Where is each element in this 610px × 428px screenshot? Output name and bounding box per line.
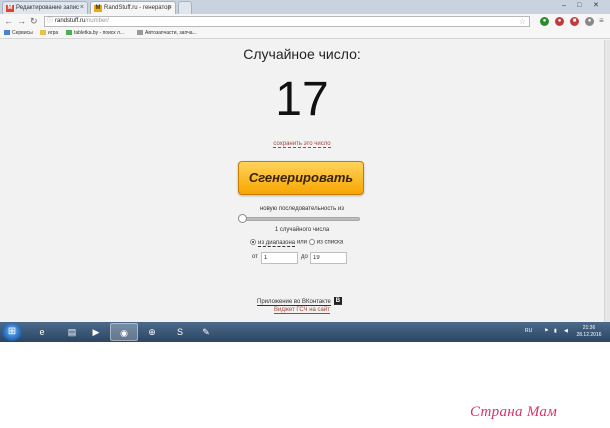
sequence-label: новую последовательность из bbox=[259, 206, 345, 212]
random-number-result: 17 bbox=[275, 73, 329, 126]
site-favicon-icon bbox=[66, 30, 72, 36]
address-bar[interactable]: ⓘ randstuff.ru/number/ ☆ bbox=[44, 16, 530, 27]
url-path: /number/ bbox=[85, 18, 109, 24]
chrome-icon[interactable]: ◉ bbox=[110, 323, 138, 341]
app-icon[interactable]: ✎ bbox=[192, 323, 220, 341]
sequence-slider-track[interactable] bbox=[242, 217, 360, 221]
mode-radios: из диапазона или из списка bbox=[250, 239, 343, 247]
language-indicator[interactable]: RU bbox=[525, 328, 532, 334]
bookmarks-bar: Сервисы игра tabletka.by - поиск л... Ав… bbox=[0, 29, 610, 39]
tab-label: RandStuff.ru - генератор bbox=[104, 5, 171, 11]
clock-time: 21:36 bbox=[582, 325, 596, 331]
page-info-icon[interactable]: ⓘ bbox=[47, 17, 53, 26]
folder-icon bbox=[40, 30, 46, 36]
vk-app-row: Приложение во ВКонтакте B bbox=[257, 297, 342, 306]
tray-flag-icon[interactable]: ⚑ bbox=[544, 328, 548, 334]
tab-strip: M Редактирование запис × M RandStuff.ru … bbox=[0, 0, 610, 14]
tray-volume-icon[interactable]: ◀ bbox=[564, 328, 568, 334]
bookmark-tabletka[interactable]: tabletka.by - поиск л... bbox=[66, 29, 124, 38]
to-label: до bbox=[301, 254, 308, 260]
watermark-logo: Страна Мам bbox=[470, 404, 558, 420]
media-player-icon[interactable]: ▶ bbox=[82, 323, 110, 341]
bookmark-apps[interactable]: Сервисы bbox=[4, 29, 33, 38]
url-host: randstuff.ru bbox=[55, 18, 86, 24]
extension-icon[interactable]: ● bbox=[585, 17, 594, 26]
tray-network-icon[interactable]: ▮ bbox=[554, 328, 557, 334]
screen: M Редактирование запис × M RandStuff.ru … bbox=[0, 0, 610, 342]
minimize-icon[interactable]: – bbox=[562, 1, 566, 11]
menu-icon[interactable]: ≡ bbox=[599, 16, 604, 26]
new-tab-button[interactable] bbox=[178, 1, 192, 14]
page-title: Случайное число: bbox=[243, 46, 361, 62]
sequence-slider-handle[interactable] bbox=[238, 214, 247, 223]
close-tab-icon[interactable]: × bbox=[168, 2, 172, 14]
save-number-link-wrap: сохранить это число bbox=[0, 141, 604, 148]
maximize-icon[interactable]: □ bbox=[577, 1, 581, 11]
close-tab-icon[interactable]: × bbox=[80, 2, 84, 14]
radio-list[interactable] bbox=[308, 239, 315, 245]
from-label: от bbox=[252, 254, 258, 260]
vk-logo-icon[interactable]: B bbox=[333, 297, 342, 305]
reload-icon[interactable]: ↻ bbox=[30, 16, 38, 26]
vk-app-link[interactable]: Приложение во ВКонтакте bbox=[257, 298, 331, 306]
from-input[interactable] bbox=[261, 252, 298, 264]
close-window-icon[interactable]: ✕ bbox=[593, 1, 599, 11]
browser-toolbar: ← → ↻ ⓘ randstuff.ru/number/ ☆ ● ● ■ ● ≡ bbox=[0, 14, 610, 29]
internet-explorer-icon[interactable]: e bbox=[28, 323, 56, 341]
back-icon[interactable]: ← bbox=[4, 16, 13, 26]
generate-button[interactable]: Сгенерировать bbox=[238, 161, 364, 195]
mode-list-label[interactable]: из списка bbox=[317, 240, 343, 246]
forward-icon[interactable]: → bbox=[17, 16, 26, 26]
tab-favicon-icon: M bbox=[6, 5, 14, 12]
bookmark-folder-game[interactable]: игра bbox=[40, 29, 58, 38]
clock[interactable]: 21:36 28.12.2016 bbox=[574, 325, 604, 339]
apps-grid-icon bbox=[4, 30, 10, 36]
extension-icon[interactable]: ● bbox=[540, 17, 549, 26]
tab-favicon-icon: M bbox=[94, 5, 102, 12]
site-favicon-icon bbox=[137, 30, 143, 36]
save-number-link[interactable]: сохранить это число bbox=[273, 141, 331, 148]
page-scrollbar[interactable] bbox=[604, 40, 610, 322]
app-icon[interactable]: ⊕ bbox=[138, 323, 166, 341]
bookmark-star-icon[interactable]: ☆ bbox=[519, 17, 526, 26]
extension-icon[interactable]: ● bbox=[555, 17, 564, 26]
tab-edit-post[interactable]: M Редактирование запис × bbox=[2, 1, 88, 14]
tab-randstuff[interactable]: M RandStuff.ru - генератор × bbox=[90, 1, 176, 14]
skype-icon[interactable]: S bbox=[166, 323, 194, 341]
widget-link-wrap: Виджет ГСЧ на сайт bbox=[0, 307, 604, 314]
taskbar: ⊞ e ▤ ▶ ◉ ⊕ S ✎ RU ⚑ ▮ ◀ 21:36 28.12.201… bbox=[0, 322, 610, 342]
tab-label: Редактирование запис bbox=[16, 5, 80, 11]
mode-or-label: или bbox=[296, 239, 308, 246]
page-content: Случайное число: 17 сохранить это число … bbox=[0, 40, 604, 322]
clock-date: 28.12.2016 bbox=[576, 332, 602, 338]
bookmark-autoparts[interactable]: Автозапчасти, запча... bbox=[137, 29, 197, 38]
adblock-icon[interactable]: ■ bbox=[570, 17, 579, 26]
widget-link[interactable]: Виджет ГСЧ на сайт bbox=[274, 307, 330, 314]
start-button[interactable]: ⊞ bbox=[2, 323, 22, 341]
mode-range-label[interactable]: из диапазона bbox=[258, 239, 296, 247]
radio-range[interactable] bbox=[250, 239, 256, 245]
count-text: 1 случайного числа bbox=[274, 227, 330, 233]
to-input[interactable] bbox=[310, 252, 347, 264]
